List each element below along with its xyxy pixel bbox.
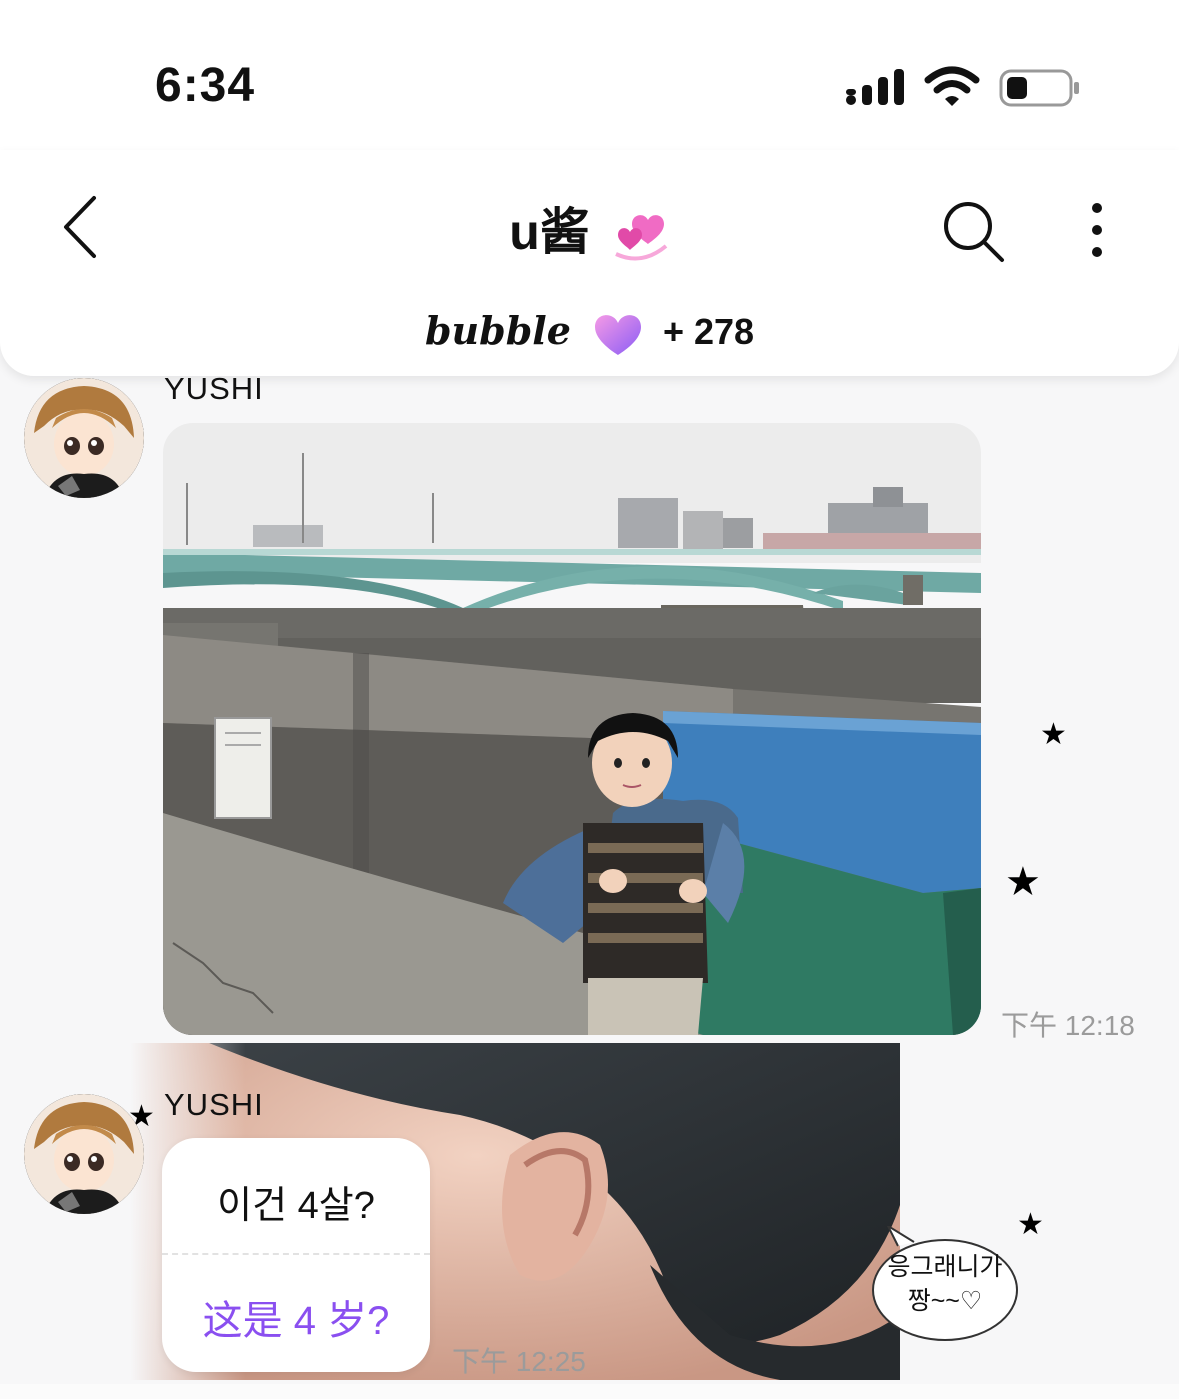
- search-icon[interactable]: [940, 198, 1008, 266]
- speech-line-2: 짱~~♡: [907, 1287, 983, 1315]
- avatar[interactable]: [24, 1094, 144, 1214]
- bubble-brand-label: bubble: [424, 308, 571, 353]
- sender-name: YUSHI: [164, 371, 264, 406]
- battery-low-icon: [999, 69, 1079, 107]
- avatar-illustration: [24, 378, 144, 498]
- message-translation: 这是 4 岁?: [202, 1299, 390, 1343]
- sender-name: YUSHI: [164, 1087, 264, 1122]
- bubble-member-bar[interactable]: bubble + 278: [0, 308, 1179, 357]
- avatar-illustration: [24, 1094, 144, 1214]
- revolving-hearts-icon: [614, 214, 667, 261]
- message-text: 이건 4살?: [217, 1185, 375, 1227]
- chat-title-text: u酱: [509, 204, 590, 260]
- signal-bars-icon: [846, 69, 904, 105]
- message-timestamp: 下午 12:18: [1001, 1010, 1135, 1041]
- message-photo[interactable]: [163, 423, 981, 1035]
- status-time: 6:34: [155, 59, 256, 112]
- member-count: + 278: [662, 311, 755, 352]
- status-bar: 6:34: [0, 0, 1179, 150]
- bubble-heart-icon: [594, 315, 641, 356]
- star-icon: ★: [1005, 860, 1041, 904]
- photo-child-by-river: [163, 423, 981, 1035]
- message-timestamp: 下午 12:25: [452, 1346, 586, 1377]
- star-icon: ★: [1017, 1208, 1044, 1241]
- star-icon: ★: [1040, 718, 1067, 751]
- text-message-bubble[interactable]: 이건 4살? 这是 4 岁?: [162, 1138, 430, 1372]
- sticker-speech-text: 응그래니가 짱~~♡: [870, 1250, 1020, 1318]
- translation-divider: [162, 1253, 430, 1255]
- wifi-icon: [924, 66, 980, 106]
- bottom-edge: [0, 1384, 1179, 1399]
- chat-header: u酱 bubble + 278: [0, 150, 1179, 376]
- more-vertical-icon[interactable]: [1080, 202, 1114, 258]
- avatar[interactable]: [24, 378, 144, 498]
- speech-line-1: 응그래니가: [887, 1253, 1003, 1281]
